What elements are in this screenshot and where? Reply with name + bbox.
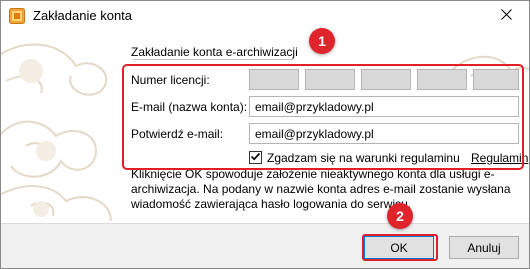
app-icon [9, 8, 25, 24]
cancel-button[interactable]: Anuluj [449, 236, 519, 259]
annotation-marker-1: 1 [309, 28, 335, 54]
footer-divider [1, 223, 529, 224]
title-bar[interactable]: Zakładanie konta [1, 1, 529, 31]
section-divider [133, 59, 293, 60]
license-field-3[interactable] [361, 69, 411, 90]
close-icon [500, 9, 512, 23]
annotation-marker-2: 2 [387, 203, 413, 229]
license-label: Numer licencji: [131, 73, 210, 87]
license-field-2[interactable] [305, 69, 355, 90]
license-field-1[interactable] [249, 69, 299, 90]
checkmark-icon [250, 151, 261, 165]
ok-button[interactable]: OK [364, 236, 434, 259]
close-button[interactable] [483, 1, 529, 31]
regulations-link[interactable]: Regulamin [471, 151, 528, 165]
license-field-5[interactable] [473, 69, 519, 90]
window-title: Zakładanie konta [33, 8, 133, 23]
agree-checkbox[interactable] [249, 151, 262, 164]
section-title: Zakładanie konta e-archiwizacji [131, 45, 298, 59]
license-field-4[interactable] [417, 69, 467, 90]
info-text: Kliknięcie OK spowoduje założenie nieakt… [131, 167, 511, 211]
agree-label[interactable]: Zgadzam się na warunki regulaminu [267, 151, 460, 165]
dialog-body: Zakładanie konta e-archiwizacji Numer li… [1, 31, 529, 223]
dialog-window: Zakładanie konta Zakładanie konta e-arch… [0, 0, 530, 269]
email-label: E-mail (nazwa konta): [131, 100, 248, 114]
email-input[interactable] [249, 96, 519, 117]
confirm-email-label: Potwierdź e-mail: [131, 127, 224, 141]
confirm-email-input[interactable] [249, 123, 519, 144]
